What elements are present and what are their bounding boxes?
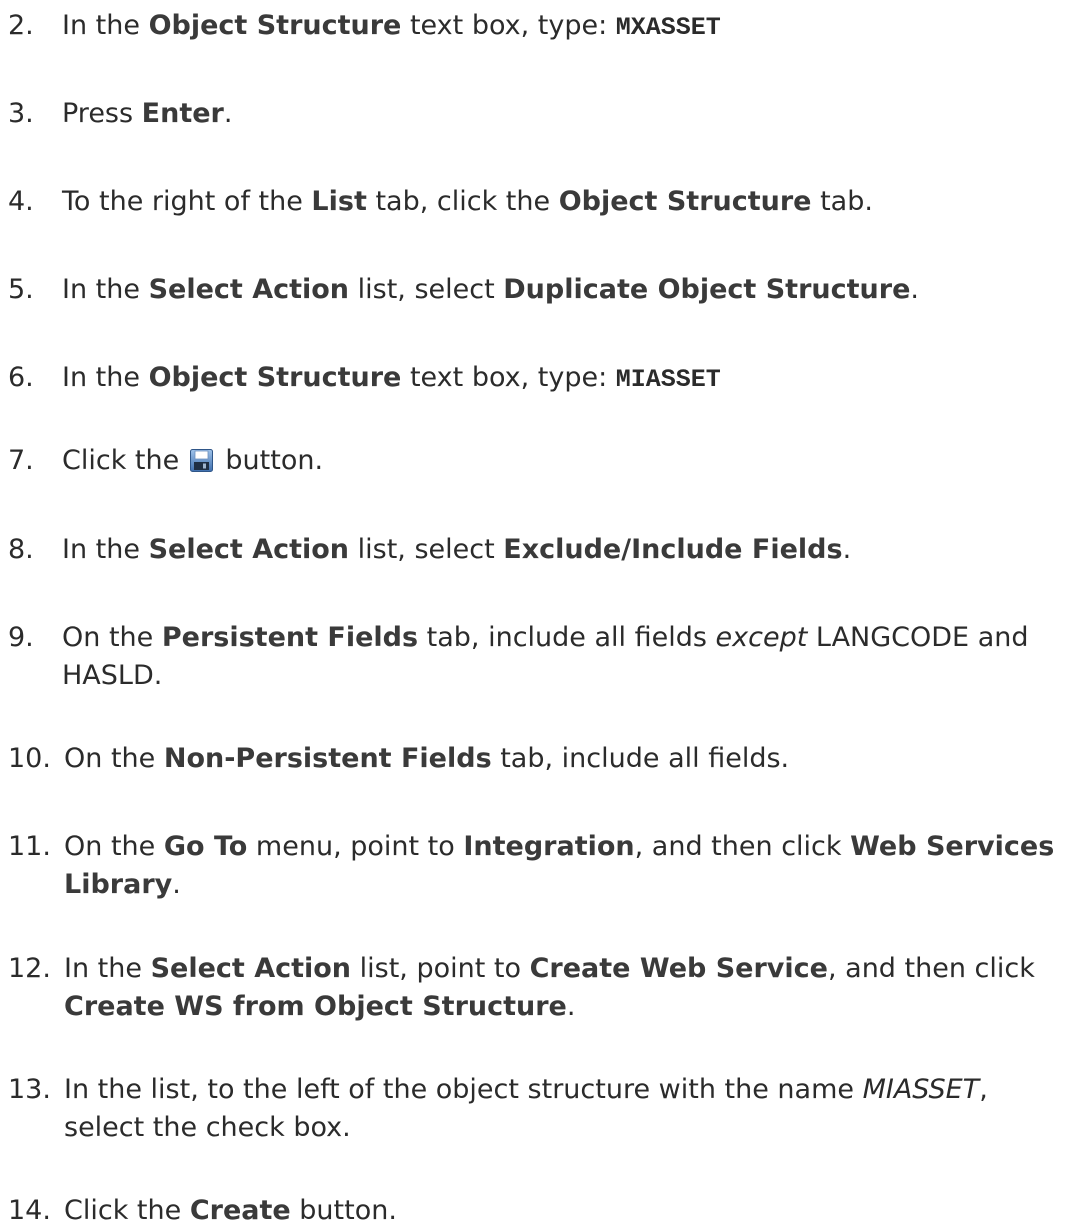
step-number: 8. <box>8 534 34 565</box>
step-number: 3. <box>8 98 34 129</box>
step-text: Click the Create button. <box>64 1195 397 1226</box>
step-number: 9. <box>8 622 34 653</box>
step-text: On the Non-Persistent Fields tab, includ… <box>64 743 790 774</box>
step-text: In the list, to the left of the object s… <box>64 1074 988 1143</box>
step-number: 12. <box>8 953 51 984</box>
step-text: On the Go To menu, point to Integration,… <box>64 831 1055 900</box>
step-text: In the Object Structure text box, type: … <box>62 10 721 42</box>
step-text: In the Select Action list, point to Crea… <box>64 953 1035 1022</box>
instruction-steps: 2. In the Object Structure text box, typ… <box>0 0 1089 1226</box>
step-number: 2. <box>8 10 34 41</box>
step-text: In the Select Action list, select Exclud… <box>62 534 852 565</box>
step-number: 10. <box>8 743 51 774</box>
step-text: On the Persistent Fields tab, include al… <box>62 622 1029 691</box>
step-number: 4. <box>8 186 34 217</box>
save-icon <box>189 445 213 472</box>
step-number: 13. <box>8 1074 51 1105</box>
step-number: 7. <box>8 445 34 476</box>
step-text: Press Enter. <box>62 98 233 129</box>
step-number: 6. <box>8 362 34 393</box>
step-number: 14. <box>8 1195 51 1226</box>
step-text: In the Select Action list, select Duplic… <box>62 274 919 305</box>
step-text: In the Object Structure text box, type: … <box>62 362 721 394</box>
step-number: 11. <box>8 831 51 862</box>
step-text: To the right of the List tab, click the … <box>62 186 873 217</box>
code-value: MIASSET <box>615 365 721 394</box>
code-value: MXASSET <box>615 13 721 42</box>
step-number: 5. <box>8 274 34 305</box>
step-text: Click the button. <box>62 445 324 476</box>
